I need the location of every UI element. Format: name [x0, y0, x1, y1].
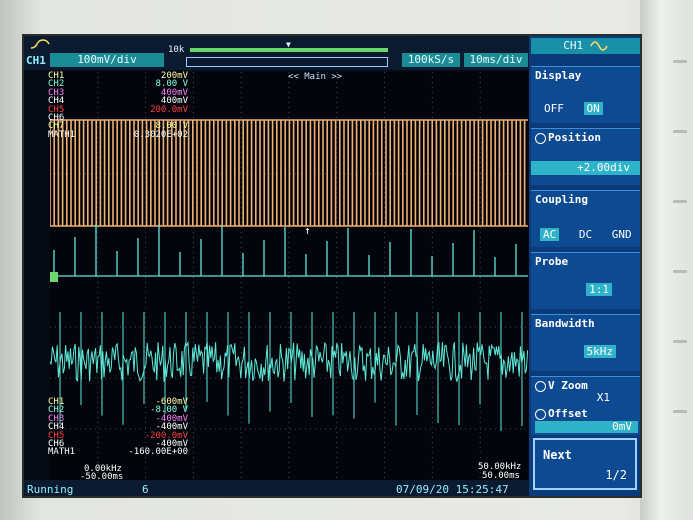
vent-rib: [673, 60, 687, 63]
display-label: Display: [535, 69, 582, 82]
vzoom-offset-softkey[interactable]: V Zoom X1 Offset 0mV: [531, 376, 640, 435]
menu-title-label: CH1: [563, 39, 584, 52]
vent-rib: [673, 270, 687, 273]
memory-length: 10k: [168, 45, 185, 55]
main-window-label: << Main >>: [288, 72, 343, 82]
coupling-ac-option[interactable]: AC: [540, 228, 560, 241]
time-per-div[interactable]: 10ms/div: [464, 53, 528, 67]
next-page-button[interactable]: Next 1/2: [533, 438, 637, 490]
channel-value: 0.3020E+02: [133, 129, 188, 140]
display-softkey[interactable]: Display OFF ON: [531, 66, 640, 123]
channel-row: CH5 200.0mV: [48, 104, 188, 115]
trigger-arrow-icon: ↑: [304, 224, 311, 237]
display-off-option[interactable]: OFF: [544, 102, 564, 115]
ch2-ground-marker: [50, 272, 58, 282]
bandwidth-label: Bandwidth: [535, 317, 595, 330]
date-time: 07/09/20 15:25:47: [396, 483, 509, 496]
probe-label: Probe: [535, 255, 569, 268]
probe-softkey[interactable]: Probe 1:1: [531, 252, 640, 309]
vent-rib: [673, 410, 687, 413]
position-label: Position: [548, 131, 601, 144]
vent-rib: [673, 200, 687, 203]
display-on-option[interactable]: ON: [583, 102, 603, 115]
knob-icon: [535, 132, 546, 144]
position-value[interactable]: +2.00div: [577, 161, 630, 174]
coupling-label: Coupling: [535, 193, 588, 206]
trigger-edge-icon: [30, 39, 50, 49]
scope-screen: CH1 100mV/div 10k ▼ 100kS/s 10ms/div ↑ <…: [22, 34, 642, 498]
sample-rate[interactable]: 100kS/s: [402, 53, 460, 67]
next-label: Next: [543, 448, 572, 462]
probe-value[interactable]: 1:1: [586, 283, 612, 296]
channel-value: -160.00E+00: [128, 447, 188, 458]
top-status-bar: CH1 100mV/div 10k ▼ 100kS/s 10ms/div: [24, 36, 529, 70]
sine-icon: [590, 41, 608, 51]
channel-row: MATH1 -160.00E+00: [48, 447, 188, 458]
vent-rib: [673, 130, 687, 133]
channel-value: 200.0mV: [150, 104, 188, 115]
acquisition-state: Running: [27, 483, 74, 496]
channel-offset-table-bottom: CH1 -600mV CH2 -8.00 V CH3 -400mV CH4 -400mV CH5…: [48, 397, 188, 458]
coupling-dc-option[interactable]: DC: [579, 228, 592, 241]
bezel-side: [640, 0, 693, 520]
soft-key-menu: CH1 Display OFF ON Position +2.00div Cou…: [529, 36, 640, 496]
page-indicator: 1/2: [605, 468, 627, 482]
knob-icon: [535, 380, 546, 392]
vent-rib: [673, 340, 687, 343]
bandwidth-softkey[interactable]: Bandwidth 5kHz: [531, 314, 640, 371]
acquisition-count: 6: [142, 483, 149, 496]
knob-icon: [535, 408, 546, 420]
vzoom-value[interactable]: X1: [597, 391, 610, 404]
position-softkey[interactable]: Position +2.00div: [531, 128, 640, 185]
trigger-position-marker-icon: ▼: [286, 40, 291, 49]
coupling-gnd-option[interactable]: GND: [612, 228, 632, 241]
display-window-frame: [186, 57, 388, 67]
coupling-softkey[interactable]: Coupling AC DC GND: [531, 190, 640, 247]
volt-per-div[interactable]: 100mV/div: [50, 53, 164, 67]
active-channel-label[interactable]: CH1: [26, 54, 46, 67]
channel-name: MATH1: [48, 447, 76, 458]
offset-value[interactable]: 0mV: [612, 420, 632, 433]
channel-row: MATH1 0.3020E+02: [48, 129, 188, 140]
vzoom-label: V Zoom: [548, 379, 588, 392]
menu-title: CH1: [531, 38, 640, 54]
bottom-status-bar: Running 6 07/09/20 15:25:47: [24, 480, 529, 496]
channel-scale-table-top: CH1 200mV CH2 8.00 V CH3 400mV CH4 400mV CH5 200.…: [48, 71, 188, 140]
offset-label: Offset: [548, 407, 588, 420]
cyan-trace-1: [50, 224, 528, 277]
channel-name: MATH1: [48, 129, 76, 140]
bandwidth-value[interactable]: 5kHz: [583, 345, 616, 358]
